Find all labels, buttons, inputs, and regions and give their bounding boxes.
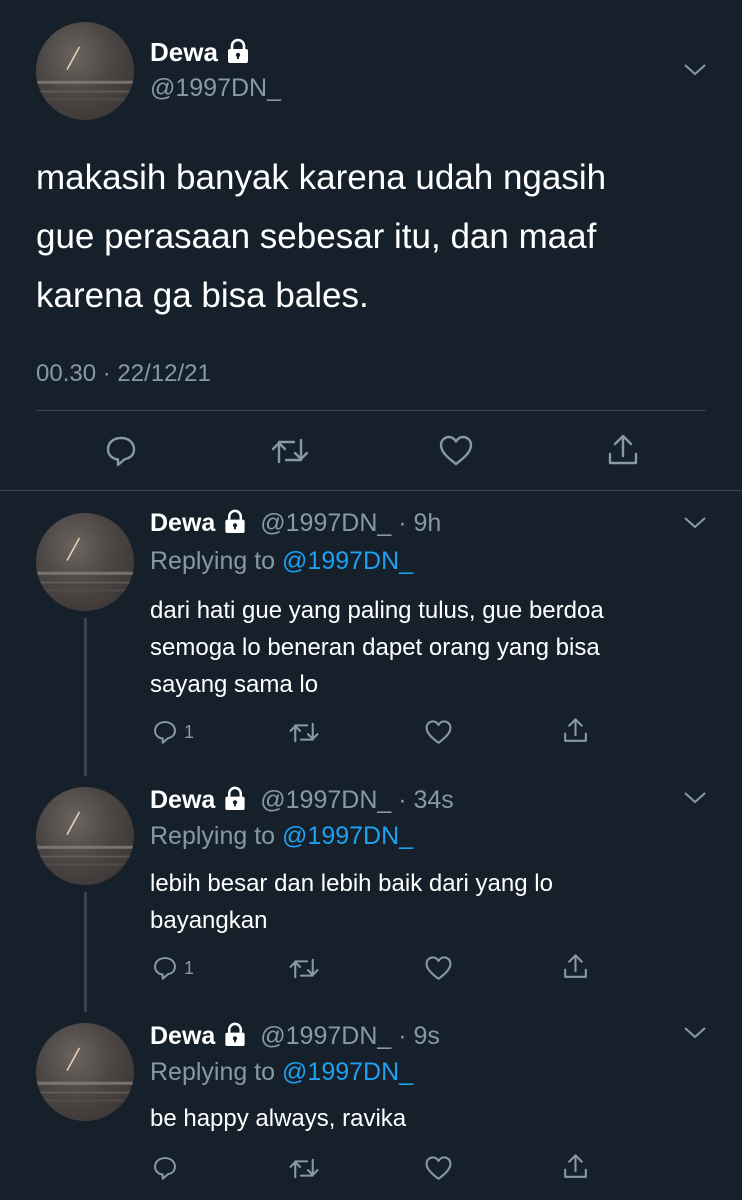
share-icon[interactable]: [562, 952, 589, 981]
author-name[interactable]: Dewa: [150, 37, 218, 67]
avatar[interactable]: [36, 513, 134, 611]
thread-line: [84, 618, 87, 776]
replying-to-label: Replying to: [150, 547, 276, 575]
retweet-icon[interactable]: [288, 1155, 320, 1182]
like-icon[interactable]: [424, 955, 453, 982]
chevron-down-icon[interactable]: [683, 63, 707, 82]
tweet-text-line: dari hati gue yang paling tulus, gue ber…: [150, 597, 604, 624]
avatar[interactable]: [36, 1023, 134, 1121]
share-icon[interactable]: [562, 716, 589, 745]
replying-to-label: Replying to: [150, 822, 276, 850]
tweet-timestamp[interactable]: 00.30 · 22/12/21: [36, 360, 211, 388]
reply-icon[interactable]: [152, 719, 178, 745]
reply-icon[interactable]: [104, 434, 138, 468]
like-icon[interactable]: [424, 1155, 453, 1182]
tweet-text-line: semoga lo beneran dapet orang yang bisa: [150, 634, 600, 661]
retweet-icon[interactable]: [288, 955, 320, 982]
lock-icon: [223, 509, 247, 541]
thread-line: [84, 892, 87, 1012]
like-icon[interactable]: [424, 719, 453, 746]
retweet-icon[interactable]: [288, 719, 320, 746]
handle-time[interactable]: @1997DN_ · 9h: [260, 509, 441, 537]
tweet-text-line: be happy always, ravika: [150, 1105, 407, 1132]
chevron-down-icon[interactable]: [683, 516, 707, 535]
handle-time[interactable]: @1997DN_ · 9s: [260, 1022, 440, 1050]
tweet-text-line: bayangkan: [150, 907, 268, 934]
author-name[interactable]: Dewa: [150, 786, 215, 814]
avatar[interactable]: [36, 787, 134, 885]
replying-to-link[interactable]: @1997DN_: [282, 1058, 413, 1086]
handle-time[interactable]: @1997DN_ · 34s: [260, 786, 454, 814]
chevron-down-icon[interactable]: [683, 1026, 707, 1045]
lock-icon: [223, 1022, 247, 1054]
tweet-text-line: lebih besar dan lebih baik dari yang lo: [150, 870, 553, 897]
retweet-icon[interactable]: [270, 434, 310, 468]
reply-count: 1: [184, 958, 195, 978]
avatar[interactable]: [36, 22, 134, 120]
divider: [36, 410, 706, 411]
replying-to-label: Replying to: [150, 1058, 276, 1086]
tweet-text-line: karena ga bisa bales.: [36, 276, 369, 315]
replying-to-link[interactable]: @1997DN_: [282, 547, 413, 575]
author-name[interactable]: Dewa: [150, 509, 215, 537]
lock-icon: [226, 38, 250, 71]
tweet-text-line: gue perasaan sebesar itu, dan maaf: [36, 217, 597, 256]
reply-icon[interactable]: [152, 1155, 178, 1181]
share-icon[interactable]: [606, 432, 640, 468]
share-icon[interactable]: [562, 1152, 589, 1181]
divider: [0, 490, 742, 491]
tweet-text-line: makasih banyak karena udah ngasih: [36, 158, 607, 197]
like-icon[interactable]: [438, 434, 474, 468]
author-name[interactable]: Dewa: [150, 1022, 215, 1050]
author-handle[interactable]: @1997DN_: [150, 74, 281, 103]
lock-icon: [223, 786, 247, 818]
tweet-text-line: sayang sama lo: [150, 671, 319, 698]
reply-icon[interactable]: [152, 955, 178, 981]
replying-to-link[interactable]: @1997DN_: [282, 822, 413, 850]
reply-count: 1: [184, 722, 195, 742]
chevron-down-icon[interactable]: [683, 791, 707, 810]
